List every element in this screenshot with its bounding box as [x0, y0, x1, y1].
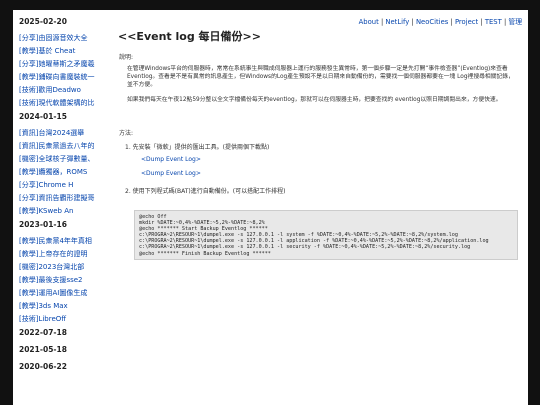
description-paragraph-1: 在管理Windows平台的伺服器時，常常在系統事生與職成伺服器上運行的服務發生異…: [127, 66, 514, 88]
nav-test-link[interactable]: TEST: [485, 18, 502, 26]
sidebar-item: [教學]基於 Cheat: [19, 47, 109, 56]
nav-separator: |: [380, 18, 384, 26]
sidebar-item: [資訊]民衆黨過去八年的: [19, 142, 109, 151]
nav-netlify-link[interactable]: NetLify: [385, 18, 409, 26]
nav-about-link[interactable]: About: [359, 18, 379, 26]
sidebar-post-link[interactable]: [教學]上帝存在的證明: [19, 250, 87, 258]
nav-project-link[interactable]: Project: [455, 18, 478, 26]
sidebar-post-link[interactable]: [機密]2023台灣北部: [19, 263, 84, 271]
nav-admin-link[interactable]: 管理: [508, 18, 522, 26]
sidebar-post-link[interactable]: [教學]運用AI圖像生成: [19, 289, 87, 297]
sidebar-post-link[interactable]: [分享]她曜蒂斯之矛魔羲: [19, 60, 94, 68]
nav-separator: |: [411, 18, 414, 26]
sidebar-item: [分享]她曜蒂斯之矛魔羲: [19, 60, 109, 69]
nav-neocities-link[interactable]: NeoCities: [416, 18, 448, 26]
sidebar-item: [分享]資訊告覇形建擬哥: [19, 194, 109, 203]
nav-separator: |: [480, 18, 483, 26]
sidebar-item: [分享]Chrome H: [19, 181, 109, 190]
sidebar-item: [教學]纜獨器，ROMS: [19, 168, 109, 177]
sidebar-post-link[interactable]: [教學]基於 Cheat: [19, 47, 75, 55]
sidebar-date-heading: 2020-06-22: [19, 362, 67, 371]
top-navigation: About | NetLify | NeoCities | Project | …: [359, 16, 522, 26]
step-1: 1. 先安裝「微軟」提供的匯出工具。(提供兩個下載點): [125, 144, 270, 151]
sidebar: 2025-02-20 [分享]由固源音效大全 [教學]基於 Cheat [分享]她曜蒂…: [17, 14, 109, 379]
sidebar-date-heading: 2022-07-18: [19, 328, 67, 337]
sidebar-item: [教學]運用AI圖像生成: [19, 289, 109, 298]
page: 2025-02-20 [分享]由固源音效大全 [教學]基於 Cheat [分享]她曜蒂…: [13, 10, 528, 405]
sidebar-post-link[interactable]: [資訊]台灣2024選舉: [19, 129, 84, 137]
sidebar-post-link[interactable]: [教學]最後支援sse2: [19, 276, 83, 284]
sidebar-post-link[interactable]: [資訊]民衆黨過去八年的: [19, 142, 94, 150]
sidebar-item: [教學]最後支援sse2: [19, 276, 109, 285]
sidebar-post-link[interactable]: [技術]歡用Deadwo: [19, 86, 81, 94]
code-line: @echo ******* Finish Backup Eventlog ***…: [139, 250, 271, 257]
sidebar-date-heading: 2023-01-16: [19, 220, 67, 229]
sidebar-item: [教學]3ds Max: [19, 302, 109, 311]
sidebar-post-link[interactable]: [教學]纜獨器，ROMS: [19, 168, 87, 176]
sidebar-item: [機密]全球核子彈數量、: [19, 155, 109, 164]
article-title: <<Event log 每日備份>>: [118, 30, 261, 43]
method-label: 方法:: [119, 130, 134, 137]
sidebar-item: [技術]LibreOff: [19, 315, 109, 324]
sidebar-item: [教學]鋪碟向書魔裝統一: [19, 73, 109, 82]
sidebar-post-link[interactable]: [分享]Chrome H: [19, 181, 73, 189]
description-label: 說明:: [119, 54, 134, 61]
sidebar-post-link[interactable]: [教學]KSweb An: [19, 207, 73, 215]
sidebar-post-link[interactable]: [教學]3ds Max: [19, 302, 68, 310]
sidebar-item: [分享]由固源音效大全: [19, 34, 109, 43]
sidebar-post-link[interactable]: [機密]全球核子彈數量、: [19, 155, 94, 163]
sidebar-item: [教學]KSweb An: [19, 207, 109, 216]
dump-event-log-link-1[interactable]: <Dump Event Log>: [141, 156, 201, 163]
sidebar-item: [教學]民衆黨4年年真相: [19, 237, 109, 246]
sidebar-date-heading: 2024-01-15: [19, 112, 67, 121]
sidebar-item: [技術]現代軟體架構的比: [19, 99, 109, 108]
sidebar-item: [資訊]台灣2024選舉: [19, 129, 109, 138]
dump-event-log-link-2[interactable]: <Dump Event Log>: [141, 170, 201, 177]
sidebar-post-link[interactable]: [技術]LibreOff: [19, 315, 66, 323]
sidebar-post-link[interactable]: [教學]民衆黨4年年真相: [19, 237, 92, 245]
code-block: @echo Off mkdir %DATE:~0,4%-%DATE:~5,2%-%…: [134, 210, 518, 260]
sidebar-post-link[interactable]: [教學]鋪碟向書魔裝統一: [19, 73, 94, 81]
nav-separator: |: [450, 18, 453, 26]
sidebar-post-link[interactable]: [分享]資訊告覇形建擬哥: [19, 194, 94, 202]
sidebar-date-heading: 2025-02-20: [19, 17, 67, 26]
code-line: c:\PROGRA~2\RESOUR~1\dumpel.exe -s 127.0…: [139, 244, 471, 251]
sidebar-post-link[interactable]: [分享]由固源音效大全: [19, 34, 87, 42]
nav-separator: |: [503, 18, 507, 26]
sidebar-post-link[interactable]: [技術]現代軟體架構的比: [19, 99, 94, 107]
sidebar-item: [教學]上帝存在的證明: [19, 250, 109, 259]
step-2: 2. 使用下列程式碼(BAT)進行自動備份。(可以搭配工作排程): [125, 188, 286, 195]
sidebar-item: [技術]歡用Deadwo: [19, 86, 109, 95]
description-paragraph-2: 如果我們每天在午夜12點59分整以全文字檔備份每天的eventlog，那就可以在…: [127, 97, 502, 103]
sidebar-item: [機密]2023台灣北部: [19, 263, 109, 272]
sidebar-date-heading: 2021-05-18: [19, 345, 67, 354]
